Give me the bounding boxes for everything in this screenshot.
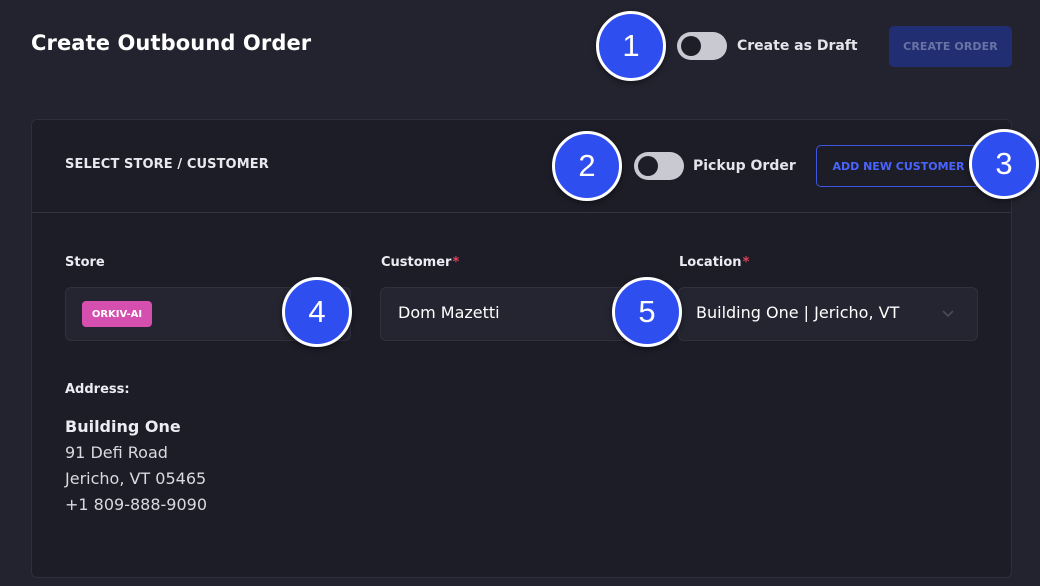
toggle-knob <box>638 156 658 176</box>
annotation-marker-1: 1 <box>596 11 666 81</box>
address-name: Building One <box>65 417 181 436</box>
chevron-down-icon[interactable] <box>940 306 956 320</box>
customer-label: Customer* <box>381 255 459 270</box>
customer-value: Dom Mazetti <box>398 303 500 322</box>
location-value: Building One | Jericho, VT <box>696 303 900 322</box>
required-asterisk: * <box>742 255 750 270</box>
create-as-draft-toggle[interactable] <box>677 32 727 60</box>
address-label: Address: <box>65 382 130 397</box>
pickup-order-label: Pickup Order <box>693 158 796 174</box>
toggle-knob <box>681 36 701 56</box>
add-new-customer-button[interactable]: ADD NEW CUSTOMER <box>816 145 981 187</box>
section-title: SELECT STORE / CUSTOMER <box>65 157 269 172</box>
page-title: Create Outbound Order <box>31 31 312 55</box>
store-label: Store <box>65 255 105 270</box>
annotation-marker-3: 3 <box>969 129 1039 199</box>
store-badge: ORKIV-AI <box>82 301 152 327</box>
annotation-marker-2: 2 <box>552 131 622 201</box>
address-city: Jericho, VT 05465 <box>65 469 207 488</box>
create-order-button[interactable]: CREATE ORDER <box>889 26 1012 67</box>
customer-label-text: Customer <box>381 255 452 270</box>
location-label-text: Location <box>679 255 742 270</box>
pickup-order-toggle[interactable] <box>634 152 684 180</box>
card-divider <box>31 212 1012 213</box>
create-as-draft-label: Create as Draft <box>737 38 858 54</box>
store-label-text: Store <box>65 255 105 270</box>
required-asterisk: * <box>452 255 460 270</box>
location-label: Location* <box>679 255 749 270</box>
address-street: 91 Defi Road <box>65 443 168 462</box>
address-phone: +1 809-888-9090 <box>65 495 208 514</box>
annotation-marker-5: 5 <box>612 277 682 347</box>
annotation-marker-4: 4 <box>282 277 352 347</box>
